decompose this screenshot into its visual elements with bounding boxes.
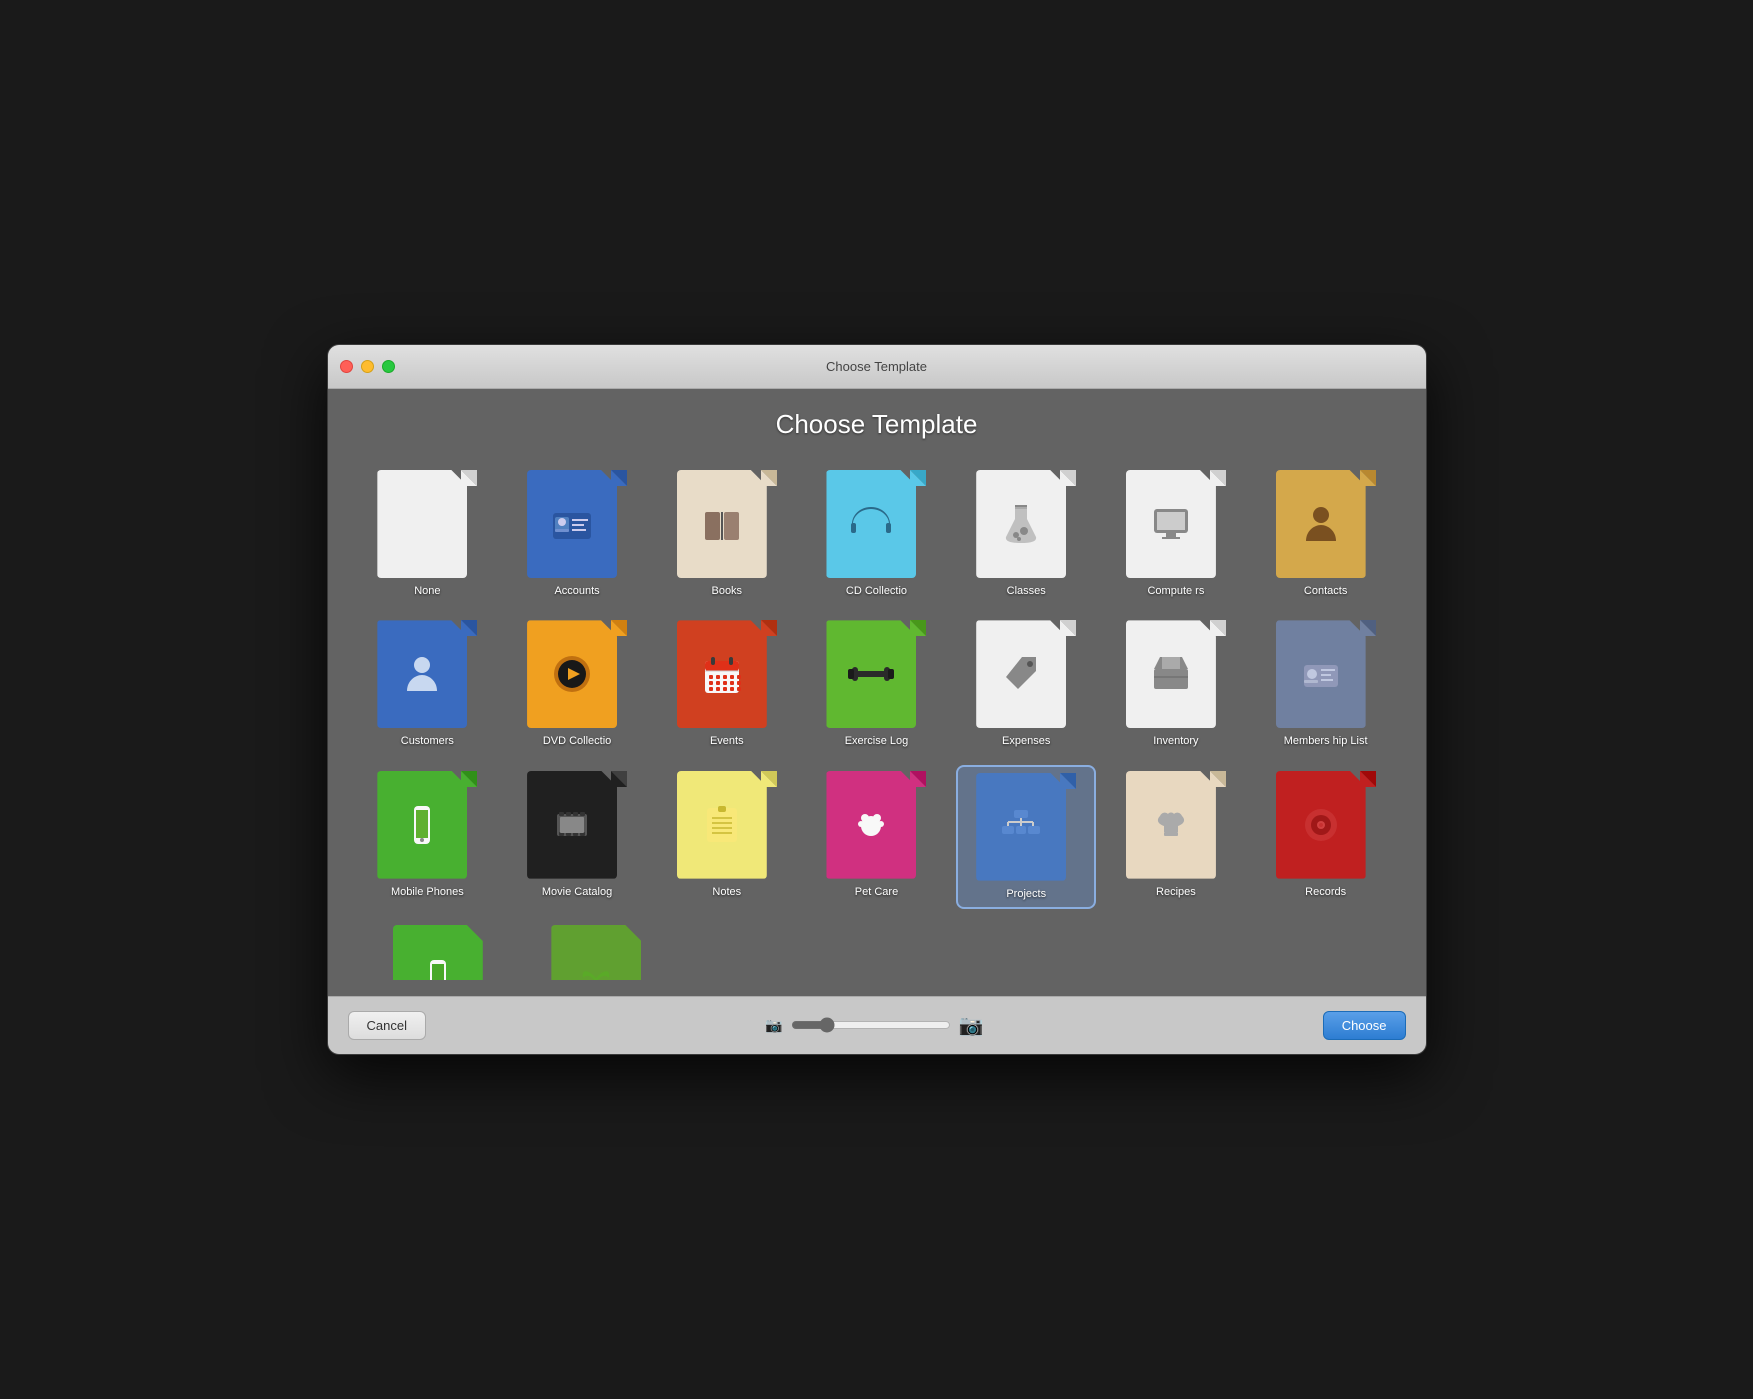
template-partial2[interactable] [522,919,671,986]
window-title: Choose Template [826,359,927,374]
template-label-none: None [414,584,440,598]
templates-grid: None Accounts Books CD Collectio Classes Comp… [358,464,1396,909]
template-label-dvd-collection: DVD Collectio [543,734,611,748]
page-title: Choose Template [358,409,1396,440]
main-window: Choose Template Choose Template None Acco… [327,344,1427,1055]
bottom-bar: Cancel 📷 📷 Choose [328,996,1426,1054]
icon-size-small-icon: 📷 [765,1017,782,1034]
template-label-movie-catalog: Movie Catalog [542,885,612,899]
template-partial1[interactable] [364,919,513,986]
template-label-classes: Classes [1007,584,1046,598]
template-label-cd-collection: CD Collectio [846,584,907,598]
cancel-button[interactable]: Cancel [348,1011,426,1040]
template-mobile-phones[interactable]: Mobile Phones [358,765,498,909]
template-label-recipes: Recipes [1156,885,1196,899]
template-label-accounts: Accounts [554,584,599,598]
template-accounts[interactable]: Accounts [507,464,647,604]
template-label-projects: Projects [1006,887,1046,901]
template-label-exercise-log: Exercise Log [845,734,909,748]
template-events[interactable]: Events [657,614,797,754]
traffic-lights [340,360,395,373]
template-contacts[interactable]: Contacts [1256,464,1396,604]
template-classes[interactable]: Classes [956,464,1096,604]
template-inventory[interactable]: Inventory [1106,614,1246,754]
template-projects[interactable]: Projects [956,765,1096,909]
maximize-button[interactable] [382,360,395,373]
content-area: Choose Template None Accounts Books CD Coll… [328,389,1426,996]
template-notes[interactable]: Notes [657,765,797,909]
template-label-events: Events [710,734,744,748]
template-label-customers: Customers [401,734,454,748]
template-movie-catalog[interactable]: Movie Catalog [507,765,647,909]
icon-size-slider[interactable] [791,1017,951,1033]
template-recipes[interactable]: Recipes [1106,765,1246,909]
template-expenses[interactable]: Expenses [956,614,1096,754]
choose-button[interactable]: Choose [1323,1011,1406,1040]
template-label-computers: Compute rs [1147,584,1204,598]
partial-templates-row [358,919,1396,996]
template-label-notes: Notes [712,885,741,899]
minimize-button[interactable] [361,360,374,373]
template-label-expenses: Expenses [1002,734,1050,748]
template-books[interactable]: Books [657,464,797,604]
size-slider-container: 📷 📷 [765,1013,983,1038]
template-label-pet-care: Pet Care [855,885,898,899]
template-dvd-collection[interactable]: DVD Collectio [507,614,647,754]
template-membership-list[interactable]: Members hip List [1256,614,1396,754]
template-label-mobile-phones: Mobile Phones [391,885,464,899]
template-none[interactable]: None [358,464,498,604]
icon-size-large-icon: 📷 [959,1013,984,1038]
template-label-contacts: Contacts [1304,584,1347,598]
template-cd-collection[interactable]: CD Collectio [807,464,947,604]
close-button[interactable] [340,360,353,373]
template-label-records: Records [1305,885,1346,899]
titlebar: Choose Template [328,345,1426,389]
template-exercise-log[interactable]: Exercise Log [807,614,947,754]
template-label-inventory: Inventory [1153,734,1198,748]
template-computers[interactable]: Compute rs [1106,464,1246,604]
template-pet-care[interactable]: Pet Care [807,765,947,909]
template-records[interactable]: Records [1256,765,1396,909]
template-customers[interactable]: Customers [358,614,498,754]
template-label-membership-list: Members hip List [1284,734,1368,748]
template-label-books: Books [711,584,742,598]
